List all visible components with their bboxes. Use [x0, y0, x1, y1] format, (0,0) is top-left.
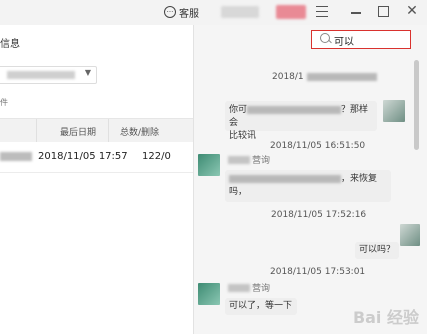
message-bubble-outgoing[interactable]: 可以吗？: [355, 242, 399, 259]
contact-select-value-blurred: [7, 71, 75, 79]
watermark: Bai 经验: [352, 308, 419, 327]
avatar[interactable]: [198, 154, 220, 176]
badge-blurred: [276, 5, 306, 19]
message-bubble-outgoing[interactable]: 你可 ？那样会 比较讯: [225, 101, 377, 141]
message-bubble-incoming[interactable]: 可以了，等一下: [225, 298, 297, 315]
column-header-last-date[interactable]: 最后日期: [60, 125, 96, 138]
row-name-blurred: [0, 152, 32, 161]
message-timestamp: 2018/11/05 17:52:16: [271, 210, 367, 220]
search-input-value: 可以: [334, 37, 354, 48]
table-header: 最后日期 总数/删除: [0, 118, 193, 143]
feedback-button[interactable]: ··· 客服: [164, 4, 199, 20]
message-text: 可以了，等一下: [229, 301, 293, 311]
row-last-date: 2018/11/05 17:57: [38, 151, 128, 162]
message-timestamp: 2018/11/05 16:51:50: [270, 141, 366, 151]
timestamp-blurred: [306, 72, 377, 81]
message-text-blurred: [229, 174, 341, 183]
contact-select[interactable]: ▼: [0, 66, 97, 84]
message-text: ，来恢复: [341, 174, 378, 184]
message-text-blurred: [247, 105, 342, 114]
account-info-blurred: [221, 6, 259, 18]
message-text: 你可: [229, 105, 248, 115]
left-section-label: 件: [0, 98, 8, 107]
dropdown-arrow-icon: ▼: [84, 68, 91, 77]
feedback-label: 客服: [179, 8, 199, 20]
row-count: 122/0: [142, 151, 171, 162]
search-icon: [320, 33, 330, 43]
avatar[interactable]: [400, 224, 420, 246]
search-input[interactable]: 可以: [311, 30, 411, 49]
message-timestamp: 2018/1: [272, 72, 377, 82]
scrollbar[interactable]: [414, 60, 419, 150]
avatar[interactable]: [383, 100, 405, 122]
maximize-icon[interactable]: [378, 6, 389, 17]
message-text: 可以吗？: [359, 245, 396, 255]
column-header-count[interactable]: 总数/删除: [120, 125, 159, 138]
message-text: 比较讯: [229, 131, 257, 141]
message-timestamp: 2018/11/05 17:53:01: [270, 267, 366, 277]
message-bubble-incoming[interactable]: ，来恢复 吗，: [225, 170, 391, 202]
sender-name-blurred: [228, 156, 250, 164]
column-divider: [36, 119, 37, 142]
table-row[interactable]: 2018/11/05 17:57 122/0: [0, 142, 193, 173]
timestamp-text: 2018/1: [272, 72, 304, 82]
minimize-icon[interactable]: [350, 6, 362, 18]
column-divider: [108, 119, 109, 142]
close-icon[interactable]: ✕: [405, 4, 419, 18]
sender-name-blurred: [228, 284, 250, 292]
sender-name: 营询: [252, 156, 271, 166]
left-pane-title: 信息: [0, 39, 20, 50]
sender-name: 营询: [252, 284, 271, 294]
chat-icon: ···: [164, 6, 176, 18]
avatar[interactable]: [198, 283, 220, 305]
title-bar: ··· 客服 ✕: [0, 0, 427, 25]
hamburger-icon[interactable]: [316, 6, 328, 17]
message-text: 吗，: [229, 187, 248, 197]
